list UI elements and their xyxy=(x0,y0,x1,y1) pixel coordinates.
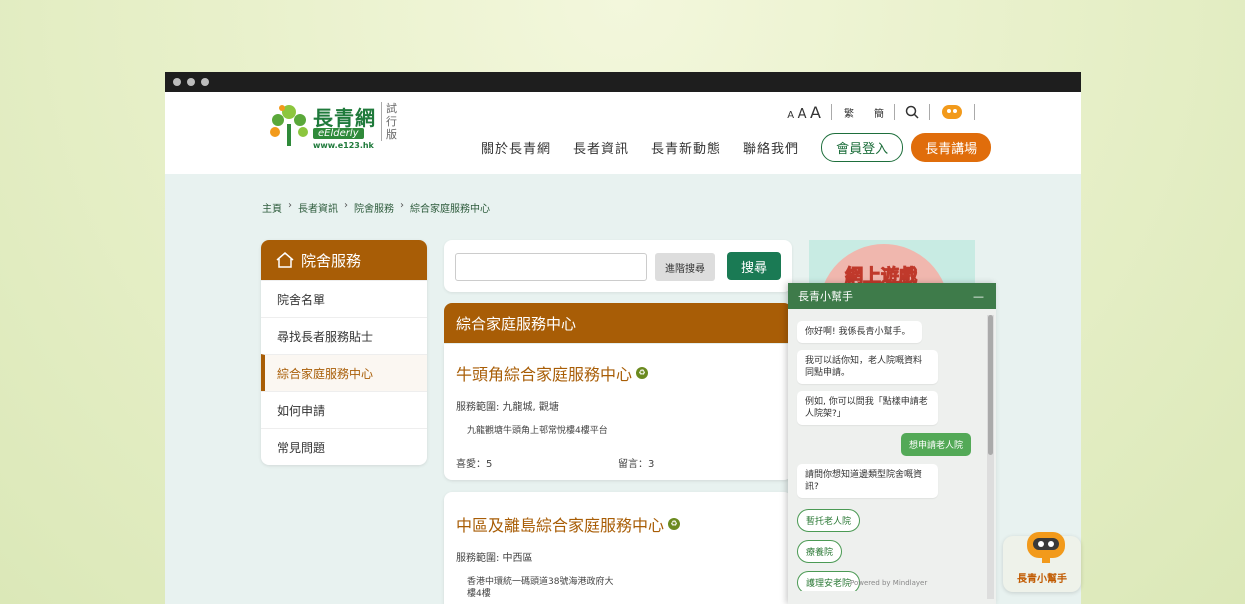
window-dot-icon[interactable] xyxy=(187,78,195,86)
sidebar: 院舍服務 院舍名單 尋找長者服務貼士 綜合家庭服務中心 如何申請 常見問題 xyxy=(261,240,427,465)
site-logo[interactable]: 長青網 eElderly www.e123.hk 試行版 xyxy=(269,100,409,152)
site-header: 長青網 eElderly www.e123.hk 試行版 A A A 繁 簡 關… xyxy=(165,92,1081,174)
sidebar-item-home-list[interactable]: 院舍名單 xyxy=(261,280,427,317)
font-size-controls: A A A xyxy=(787,103,821,122)
window-titlebar xyxy=(165,72,1081,92)
chat-header: 長青小幫手 — xyxy=(788,283,996,309)
divider xyxy=(929,104,930,120)
scroll-thumb[interactable] xyxy=(988,315,993,455)
divider xyxy=(831,104,832,120)
chevron-right-icon: › xyxy=(344,200,348,211)
trial-version-label: 試行版 xyxy=(381,102,401,141)
utility-bar: A A A 繁 簡 xyxy=(787,100,975,124)
tree-logo-icon xyxy=(270,105,308,146)
service-scope: 服務範圍: 九龍城, 觀塘 xyxy=(456,402,559,413)
chat-messages: 你好啊! 我係長青小幫手。 我可以話你知，老人院嘅資料同點申請。 例如, 你可以… xyxy=(788,309,986,591)
font-large-button[interactable]: A xyxy=(810,103,821,122)
card-title-row: 中區及離島綜合家庭服務中心 ♻ xyxy=(456,512,780,536)
logo-english-name: eElderly xyxy=(313,128,364,139)
lang-simplified-button[interactable]: 簡 xyxy=(874,105,884,120)
quick-reply-chip[interactable]: 療養院 xyxy=(797,540,843,563)
sidebar-item-family-centre[interactable]: 綜合家庭服務中心 xyxy=(261,354,427,391)
lang-traditional-button[interactable]: 繁 xyxy=(844,105,854,120)
advanced-search-button[interactable]: 進階搜尋 xyxy=(655,253,715,281)
forum-button[interactable]: 長青講場 xyxy=(911,132,992,162)
chat-title: 長青小幫手 xyxy=(798,290,853,303)
nav-about[interactable]: 關於長青網 xyxy=(481,138,551,157)
window-dot-icon[interactable] xyxy=(173,78,181,86)
service-scope: 服務範圍: 中西區 xyxy=(456,553,533,564)
nav-elderly-info[interactable]: 長者資訊 xyxy=(573,138,629,157)
bot-message: 你好啊! 我係長青小幫手。 xyxy=(797,321,922,343)
comments-count: 留言：3 xyxy=(618,459,655,470)
centre-title-link[interactable]: 牛頭角綜合家庭服務中心 xyxy=(456,361,632,385)
search-input[interactable] xyxy=(455,253,647,281)
section-title: 綜合家庭服務中心 xyxy=(444,303,792,343)
logo-url: www.e123.hk xyxy=(313,141,374,150)
centre-address: 香港中環統一碼頭道38號海港政府大樓4樓 xyxy=(467,577,614,599)
breadcrumb-elderly-info[interactable]: 長者資訊 xyxy=(298,200,338,215)
nav-news[interactable]: 長青新動態 xyxy=(651,138,721,157)
likes-count: 喜愛：5 xyxy=(456,459,493,470)
main-nav: 關於長青網 長者資訊 長青新動態 聯絡我們 會員登入 長青講場 xyxy=(481,132,992,162)
card-stats: 喜愛：5 留言：3 xyxy=(456,455,780,470)
window-dot-icon[interactable] xyxy=(201,78,209,86)
breadcrumb-current: 綜合家庭服務中心 xyxy=(410,204,490,215)
robot-icon xyxy=(1024,530,1068,564)
home-icon xyxy=(276,252,294,268)
minimize-icon[interactable]: — xyxy=(973,290,984,303)
search-icon[interactable] xyxy=(905,105,919,119)
divider xyxy=(974,104,975,120)
centre-address: 九龍觀塘牛頭角上邨常悅樓4樓平台 xyxy=(467,426,608,436)
nav-contact[interactable]: 聯絡我們 xyxy=(743,138,799,157)
breadcrumb: 主頁 › 長者資訊 › 院舍服務 › 綜合家庭服務中心 xyxy=(262,200,490,215)
chat-widget: 長青小幫手 — 你好啊! 我係長青小幫手。 我可以話你知，老人院嘅資料同點申請。… xyxy=(788,283,996,604)
breadcrumb-home[interactable]: 主頁 xyxy=(262,200,282,215)
bot-message: 我可以話你知，老人院嘅資料同點申請。 xyxy=(797,350,938,384)
centre-card: 中區及離島綜合家庭服務中心 ♻ 服務範圍: 中西區 香港中環統一碼頭道38號海港… xyxy=(444,492,792,604)
centre-card: 牛頭角綜合家庭服務中心 ♻ 服務範圍: 九龍城, 觀塘 九龍觀塘牛頭角上邨常悅樓… xyxy=(444,344,792,480)
card-title-row: 牛頭角綜合家庭服務中心 ♻ xyxy=(456,361,780,385)
chat-scrollbar[interactable] xyxy=(987,315,994,599)
divider xyxy=(894,104,895,120)
sidebar-item-tips[interactable]: 尋找長者服務貼士 xyxy=(261,317,427,354)
bot-message: 請問你想知道邊類型院舍嘅資訊? xyxy=(797,464,938,498)
sidebar-header: 院舍服務 xyxy=(261,240,427,280)
user-message: 想申請老人院 xyxy=(901,433,972,456)
breadcrumb-residential[interactable]: 院舍服務 xyxy=(354,200,394,215)
helper-launcher-button[interactable]: 長青小幫手 xyxy=(1003,532,1081,592)
font-medium-button[interactable]: A xyxy=(798,107,807,122)
browser-window: 長青網 eElderly www.e123.hk 試行版 A A A 繁 簡 關… xyxy=(165,72,1081,604)
search-button[interactable]: 搜尋 xyxy=(727,252,781,280)
centre-title-link[interactable]: 中區及離島綜合家庭服務中心 xyxy=(456,512,664,536)
sidebar-item-faq[interactable]: 常見問題 xyxy=(261,428,427,465)
search-bar: 進階搜尋 搜尋 xyxy=(444,240,792,292)
recycle-badge-icon: ♻ xyxy=(636,367,649,379)
sidebar-item-how-to-apply[interactable]: 如何申請 xyxy=(261,391,427,428)
bot-message: 例如, 你可以問我「點樣申請老人院架?」 xyxy=(797,391,938,425)
font-small-button[interactable]: A xyxy=(787,110,794,121)
chevron-right-icon: › xyxy=(288,200,292,211)
recycle-badge-icon: ♻ xyxy=(668,518,681,530)
helper-label: 長青小幫手 xyxy=(1017,574,1067,585)
quick-reply-chip[interactable]: 暫托老人院 xyxy=(797,509,861,532)
chatbot-robot-icon[interactable] xyxy=(940,103,964,121)
logo-chinese-name: 長青網 xyxy=(313,106,376,130)
sidebar-title: 院舍服務 xyxy=(301,251,362,270)
member-login-button[interactable]: 會員登入 xyxy=(821,132,904,162)
chevron-right-icon: › xyxy=(400,200,404,211)
powered-by-label: Powered by Mindlayer xyxy=(850,579,928,587)
